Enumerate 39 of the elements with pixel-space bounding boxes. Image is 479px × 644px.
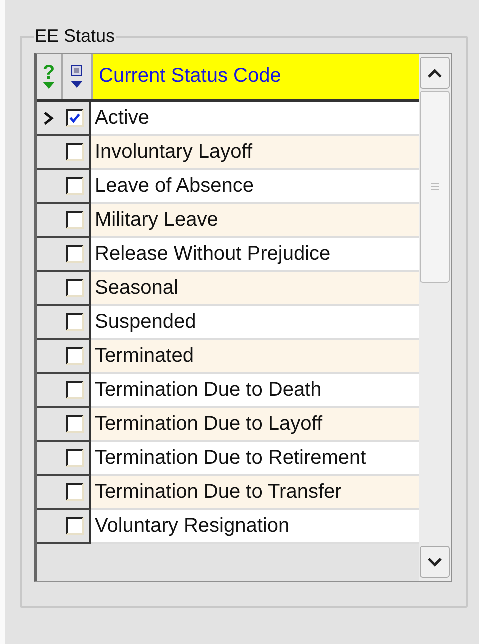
checkbox[interactable] (66, 143, 84, 161)
checkbox[interactable] (66, 415, 84, 433)
help-glyph: ? (42, 64, 56, 82)
scroll-down-button[interactable] (420, 546, 450, 578)
status-cell[interactable]: Seasonal (91, 272, 419, 306)
current-row-icon (44, 112, 54, 124)
status-cell[interactable]: Release Without Prejudice (91, 238, 419, 272)
scrollbar[interactable] (419, 54, 451, 581)
checkbox-dropdown-icon (71, 64, 83, 88)
scroll-thumb[interactable] (420, 91, 450, 283)
dropdown-icon (43, 82, 55, 89)
checkbox[interactable] (66, 109, 84, 127)
column-header[interactable]: Current Status Code (93, 54, 419, 99)
status-cell[interactable]: Termination Due to Death (91, 374, 419, 408)
grip-icon (431, 183, 439, 191)
status-cell[interactable]: Suspended (91, 306, 419, 340)
status-cell[interactable]: Termination Due to Transfer (91, 476, 419, 510)
checkbox[interactable] (66, 381, 84, 399)
group-title: EE Status (34, 26, 116, 47)
checkbox[interactable] (66, 449, 84, 467)
checkbox[interactable] (66, 347, 84, 365)
scroll-up-button[interactable] (420, 57, 450, 89)
checkbox[interactable] (66, 279, 84, 297)
status-cell[interactable]: Termination Due to Layoff (91, 408, 419, 442)
status-cell[interactable]: Active (91, 102, 419, 136)
status-cell[interactable]: Military Leave (91, 204, 419, 238)
status-cell[interactable]: Termination Due to Retirement (91, 442, 419, 476)
status-cell[interactable]: Terminated (91, 340, 419, 374)
checkbox[interactable] (66, 177, 84, 195)
caret-down-icon (428, 558, 442, 566)
checkbox[interactable] (66, 313, 84, 331)
caret-up-icon (428, 68, 442, 78)
checkbox[interactable] (66, 517, 84, 535)
status-cell[interactable]: Leave of Absence (91, 170, 419, 204)
status-cell[interactable]: Involuntary Layoff (91, 136, 419, 170)
checkbox[interactable] (66, 211, 84, 229)
status-cell[interactable]: Voluntary Resignation (91, 510, 419, 544)
checkbox[interactable] (66, 483, 84, 501)
checkbox[interactable] (66, 245, 84, 263)
